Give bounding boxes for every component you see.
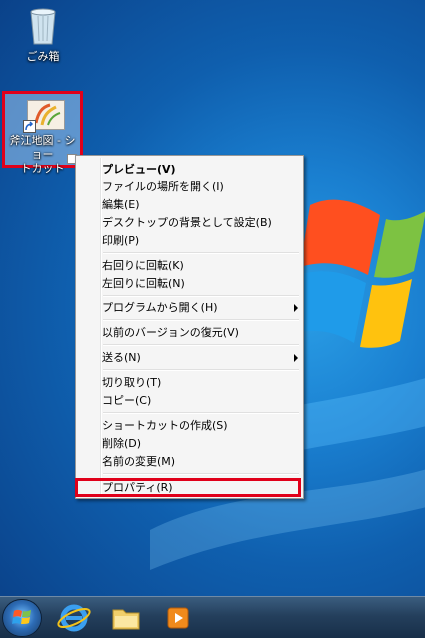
internet-explorer-icon bbox=[57, 604, 91, 632]
submenu-arrow-icon bbox=[294, 304, 298, 312]
menu-item-cut[interactable]: 切り取り(T) bbox=[102, 374, 297, 392]
menu-item-restore-versions[interactable]: 以前のバージョンの復元(V) bbox=[102, 324, 297, 342]
menu-separator bbox=[103, 344, 299, 346]
menu-item-rotate-right[interactable]: 右回りに回転(K) bbox=[102, 257, 297, 275]
menu-item-delete[interactable]: 削除(D) bbox=[102, 435, 297, 453]
taskbar bbox=[0, 596, 425, 638]
menu-item-rotate-left[interactable]: 左回りに回転(N) bbox=[102, 275, 297, 293]
menu-item-print[interactable]: 印刷(P) bbox=[102, 232, 297, 250]
shortcut-label-line2: トカット bbox=[20, 162, 65, 175]
menu-separator bbox=[103, 295, 299, 297]
menu-item-preview[interactable]: プレビュー(V) bbox=[102, 161, 297, 179]
recycle-bin-icon bbox=[30, 8, 56, 45]
menu-separator bbox=[103, 319, 299, 321]
menu-item-open-with-label: プログラムから開く(H) bbox=[102, 301, 218, 314]
recycle-bin-desktop-icon[interactable]: ごみ箱 bbox=[4, 6, 82, 64]
start-orb-icon bbox=[12, 609, 31, 624]
menu-item-edit[interactable]: 編集(E) bbox=[102, 196, 297, 214]
desktop[interactable]: ごみ箱 斧江地図 - ショー トカット プレビュー(V) ファイルの場所を開く(… bbox=[0, 0, 425, 638]
context-menu: プレビュー(V) ファイルの場所を開く(I) 編集(E) デスクトップの背景とし… bbox=[75, 155, 304, 499]
menu-item-set-background[interactable]: デスクトップの背景として設定(B) bbox=[102, 214, 297, 232]
menu-separator bbox=[103, 412, 299, 414]
menu-separator bbox=[103, 252, 299, 254]
folder-icon bbox=[112, 609, 140, 630]
media-player-icon bbox=[167, 607, 189, 629]
menu-separator bbox=[103, 473, 299, 475]
shortcut-arrow-icon bbox=[23, 120, 36, 133]
menu-separator bbox=[103, 369, 299, 371]
menu-item-open-with[interactable]: プログラムから開く(H) bbox=[102, 299, 298, 317]
start-button[interactable] bbox=[2, 599, 42, 637]
internet-explorer-taskbar-button[interactable] bbox=[52, 600, 96, 636]
menu-item-open-location[interactable]: ファイルの場所を開く(I) bbox=[102, 178, 297, 196]
submenu-arrow-icon bbox=[294, 354, 298, 362]
menu-item-send-to-label: 送る(N) bbox=[102, 351, 141, 364]
menu-item-send-to[interactable]: 送る(N) bbox=[102, 349, 298, 367]
shortcut-label-line1: 斧江地図 - ショー bbox=[9, 134, 76, 161]
menu-item-rename[interactable]: 名前の変更(M) bbox=[102, 453, 297, 471]
map-shortcut-desktop-icon[interactable]: 斧江地図 - ショー トカット bbox=[2, 91, 83, 175]
menu-item-properties[interactable]: プロパティ(R) bbox=[102, 479, 297, 497]
menu-item-copy[interactable]: コピー(C) bbox=[102, 392, 297, 410]
recycle-bin-label: ごみ箱 bbox=[26, 50, 60, 63]
windows-explorer-taskbar-button[interactable] bbox=[104, 600, 148, 636]
windows-logo-wallpaper bbox=[290, 185, 425, 375]
media-player-taskbar-button[interactable] bbox=[156, 600, 200, 636]
menu-item-create-shortcut[interactable]: ショートカットの作成(S) bbox=[102, 417, 297, 435]
